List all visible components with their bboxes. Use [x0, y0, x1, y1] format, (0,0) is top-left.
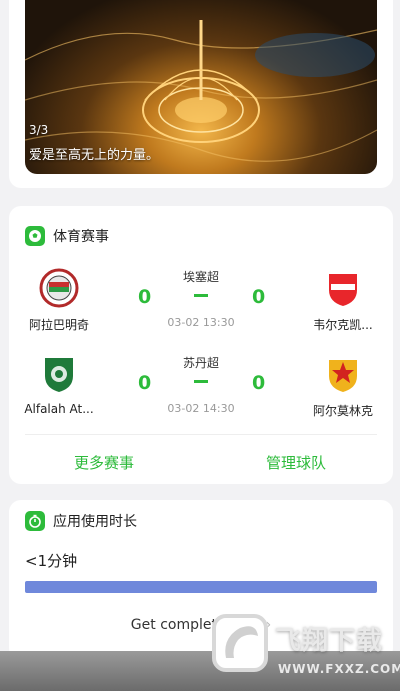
match-row[interactable]: Alfalah At... 苏丹超 0 0 03-02 14:30 阿尔莫林克: [9, 354, 393, 434]
home-team-name: Alfalah At...: [24, 402, 94, 416]
more-matches-button[interactable]: 更多赛事: [74, 452, 134, 473]
usage-duration: <1分钟: [25, 552, 78, 570]
match-time: 03-02 13:30: [167, 316, 235, 329]
score-dash: [194, 294, 208, 297]
stopwatch-icon: [25, 511, 45, 531]
league-name: 苏丹超: [182, 356, 219, 370]
usage-header: 应用使用时长: [25, 511, 137, 531]
sports-header: 体育赛事: [25, 226, 109, 246]
away-team[interactable]: 韦尔克凯...: [293, 268, 393, 333]
score-dash: [194, 380, 208, 383]
sports-title: 体育赛事: [53, 229, 109, 245]
home-team-name: 阿拉巴明奇: [28, 318, 89, 332]
away-team-name: 韦尔克凯...: [313, 318, 373, 332]
usage-title: 应用使用时长: [53, 514, 137, 530]
home-team[interactable]: Alfalah At...: [9, 354, 109, 416]
match-row[interactable]: 阿拉巴明奇 埃塞超 0 0 03-02 13:30 韦尔克凯...: [9, 268, 393, 348]
banner-page-counter: 3/3: [29, 123, 49, 137]
banner-caption: 爱是至高无上的力量。: [29, 148, 160, 163]
divider: [25, 434, 377, 435]
away-score: 0: [252, 286, 266, 308]
home-team[interactable]: 阿拉巴明奇: [9, 268, 109, 333]
team-logo-icon: [39, 268, 79, 308]
away-team[interactable]: 阿尔莫林克: [293, 354, 393, 419]
team-logo-icon: [39, 354, 79, 394]
usage-progress-fill: [25, 581, 377, 593]
sports-card: 体育赛事 阿拉巴明奇 埃塞超 0 0 03-02 13:30 韦尔克凯... A…: [9, 206, 393, 484]
watermark-text: 飞翔下载: [275, 626, 384, 656]
watermark-url: WWW.FXXZ.COM: [278, 662, 400, 676]
team-logo-icon: [323, 268, 363, 308]
away-score: 0: [252, 372, 266, 394]
home-score: 0: [138, 286, 152, 308]
watermark-logo-icon: [212, 614, 268, 672]
league-name: 埃塞超: [182, 270, 219, 284]
banner-card: 3/3 爱是至高无上的力量。: [9, 0, 393, 188]
manage-teams-button[interactable]: 管理球队: [266, 452, 326, 473]
usage-progress-bar: [25, 581, 377, 593]
team-logo-icon: [323, 354, 363, 394]
soccer-ball-icon: [25, 226, 45, 246]
match-time: 03-02 14:30: [167, 402, 235, 415]
away-team-name: 阿尔莫林克: [312, 404, 373, 418]
home-score: 0: [138, 372, 152, 394]
